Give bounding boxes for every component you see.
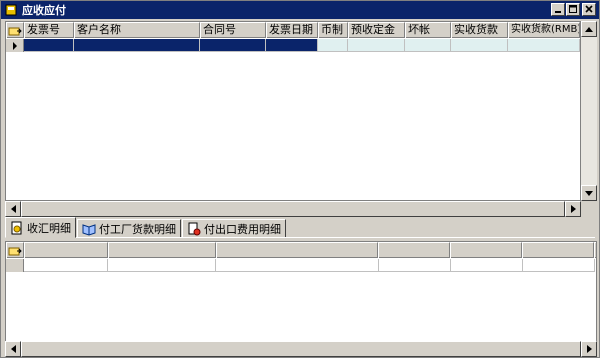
scroll-right-button[interactable]	[581, 341, 597, 357]
arrow-left-icon	[10, 205, 16, 213]
grid-cell[interactable]	[379, 259, 451, 272]
book-icon	[82, 222, 96, 236]
column-header[interactable]	[522, 242, 594, 258]
grid-cell[interactable]	[266, 39, 318, 52]
row-indicator[interactable]	[6, 39, 24, 52]
window-title: 应收应付	[22, 4, 66, 17]
scroll-left-button[interactable]	[5, 201, 21, 217]
grid-cell[interactable]	[508, 39, 580, 52]
column-header[interactable]	[378, 242, 451, 258]
tab-label: 付出口费用明细	[204, 222, 281, 236]
scroll-right-button[interactable]	[565, 201, 581, 217]
main-vertical-scrollbar[interactable]	[581, 21, 597, 201]
column-header[interactable]	[593, 242, 596, 258]
arrow-left-icon	[10, 345, 16, 353]
column-header-currency[interactable]: 币制	[318, 22, 348, 38]
tab-factory-payments[interactable]: 付工厂货款明细	[77, 219, 181, 238]
column-header-contract-no[interactable]: 合同号	[200, 22, 266, 38]
grid-cell[interactable]	[24, 39, 74, 52]
scroll-thumb[interactable]	[21, 201, 565, 217]
tab-label: 付工厂货款明细	[99, 222, 176, 236]
scroll-down-button[interactable]	[581, 185, 597, 201]
maximize-button[interactable]	[566, 3, 580, 16]
column-header[interactable]	[23, 242, 108, 258]
column-header-bad-debt[interactable]: 坏帐	[405, 22, 451, 38]
title-bar[interactable]: 应收应付	[1, 1, 599, 19]
table-row[interactable]	[6, 39, 580, 52]
row-pointer-icon	[12, 41, 17, 50]
tab-export-expenses[interactable]: 付出口费用明细	[182, 219, 286, 238]
detail-grid-header	[6, 242, 596, 258]
grid-corner-button[interactable]	[6, 22, 24, 38]
detail-horizontal-scrollbar[interactable]	[5, 341, 597, 357]
arrow-right-icon	[586, 345, 592, 353]
column-header-deposit[interactable]: 预收定金	[348, 22, 405, 38]
column-header-customer-name[interactable]: 客户名称	[74, 22, 200, 38]
main-horizontal-scrollbar[interactable]	[5, 201, 581, 217]
grid-cell[interactable]	[318, 39, 348, 52]
scroll-up-button[interactable]	[581, 21, 597, 37]
column-header-received-payment-rmb[interactable]: 实收货款(RMB)	[508, 22, 580, 38]
close-icon	[585, 5, 593, 13]
maximize-icon	[569, 5, 577, 13]
folder-arrow-icon	[8, 247, 22, 255]
column-header[interactable]	[107, 242, 216, 258]
column-header-invoice-date[interactable]: 发票日期	[266, 22, 318, 38]
app-icon	[4, 3, 18, 17]
arrow-right-icon	[570, 205, 576, 213]
main-grid[interactable]: 发票号 客户名称 合同号 发票日期 币制 预收定金 坏帐 实收货款 实收货款(R…	[5, 21, 581, 201]
column-header-received-payment[interactable]: 实收货款	[451, 22, 508, 38]
grid-cell[interactable]	[348, 39, 405, 52]
column-header[interactable]	[450, 242, 523, 258]
grid-cell[interactable]	[216, 259, 379, 272]
column-header[interactable]	[215, 242, 379, 258]
minimize-icon	[555, 11, 561, 13]
grid-cell[interactable]	[24, 259, 108, 272]
arrow-down-icon	[585, 190, 593, 196]
scroll-left-button[interactable]	[5, 341, 21, 357]
app-window: 应收应付 发票号 客户名称 合同号 发票日期 币制 预收定金 坏帐 实收货款 实…	[0, 0, 600, 358]
grid-cell[interactable]	[108, 259, 216, 272]
grid-cell[interactable]	[405, 39, 451, 52]
folder-arrow-icon	[8, 27, 22, 35]
tab-receipts[interactable]: 收汇明细	[5, 217, 76, 238]
grid-cell[interactable]	[200, 39, 266, 52]
close-button[interactable]	[582, 3, 596, 16]
row-indicator[interactable]	[6, 259, 24, 272]
grid-cell[interactable]	[451, 39, 508, 52]
arrow-up-icon	[585, 26, 593, 32]
table-row[interactable]	[6, 259, 595, 272]
detail-tabs: 收汇明细 付工厂货款明细 付出口费用明细	[5, 217, 287, 238]
grid-cell[interactable]	[451, 259, 523, 272]
main-grid-header: 发票号 客户名称 合同号 发票日期 币制 预收定金 坏帐 实收货款 实收货款(R…	[6, 22, 580, 38]
minimize-button[interactable]	[551, 3, 565, 16]
grid-cell[interactable]	[523, 259, 595, 272]
receipt-icon	[10, 221, 24, 235]
document-stamp-icon	[187, 222, 201, 236]
scroll-thumb[interactable]	[21, 341, 581, 357]
tab-label: 收汇明细	[27, 221, 71, 235]
grid-cell[interactable]	[74, 39, 200, 52]
grid-corner-button[interactable]	[6, 242, 24, 258]
detail-grid[interactable]	[5, 241, 597, 345]
column-header-invoice-no[interactable]: 发票号	[24, 22, 74, 38]
tab-divider	[5, 237, 595, 238]
